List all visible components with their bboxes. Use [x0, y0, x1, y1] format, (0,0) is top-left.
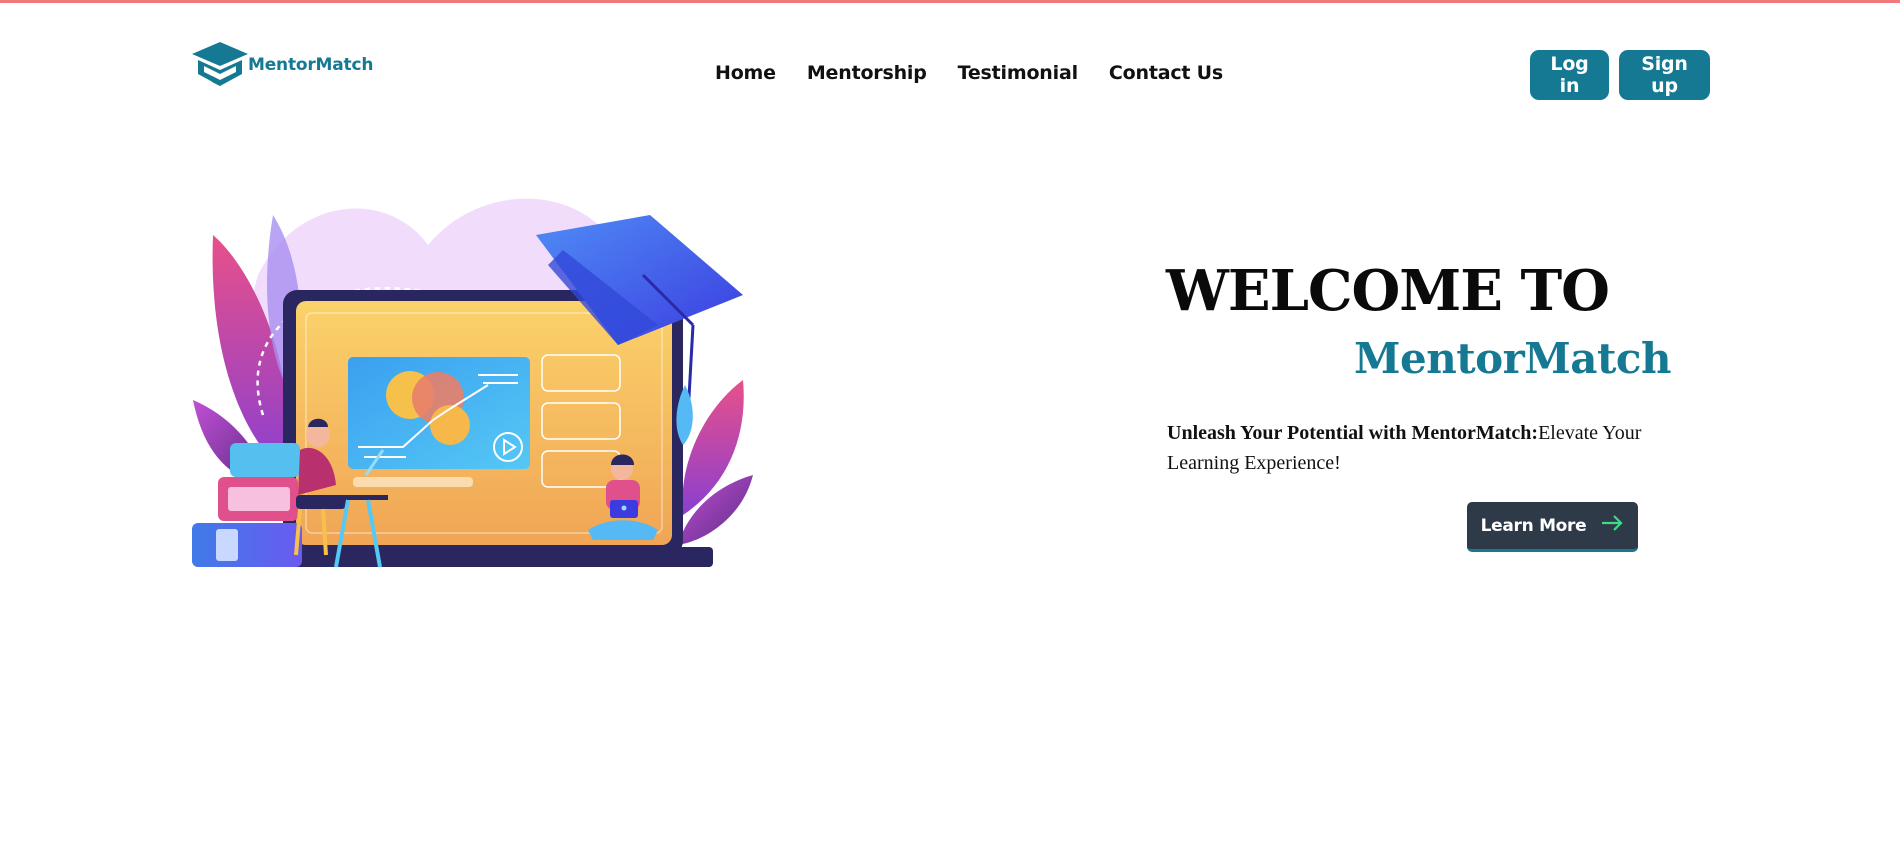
nav-item-home[interactable]: Home: [715, 62, 776, 84]
learn-more-label: Learn More: [1480, 515, 1587, 536]
graduation-cap-logo-icon: [190, 40, 250, 95]
hero-tagline: Unleash Your Potential with MentorMatch:…: [1167, 418, 1657, 478]
login-button[interactable]: Log in: [1530, 50, 1609, 100]
nav-item-mentorship[interactable]: Mentorship: [807, 62, 927, 84]
online-learning-illustration: [188, 195, 768, 575]
nav-item-contact-us[interactable]: Contact Us: [1109, 62, 1223, 84]
learn-more-button[interactable]: Learn More: [1467, 502, 1638, 552]
signup-button[interactable]: Sign up: [1619, 50, 1710, 100]
arrow-right-icon: [1600, 514, 1624, 537]
brand-name: MentorMatch: [248, 55, 374, 75]
nav-item-testimonial[interactable]: Testimonial: [958, 62, 1078, 84]
hero-tagline-bold: Unleash Your Potential with MentorMatch:: [1167, 422, 1539, 444]
main-nav: Home Mentorship Testimonial Contact Us: [715, 62, 1223, 84]
auth-buttons: Log in Sign up: [1530, 50, 1710, 100]
hero-brand-name: MentorMatch: [1354, 334, 1672, 383]
hero-title: WELCOME TO: [1166, 258, 1610, 324]
top-accent-bar: [0, 0, 1900, 3]
brand-logo[interactable]: MentorMatch: [190, 40, 374, 95]
